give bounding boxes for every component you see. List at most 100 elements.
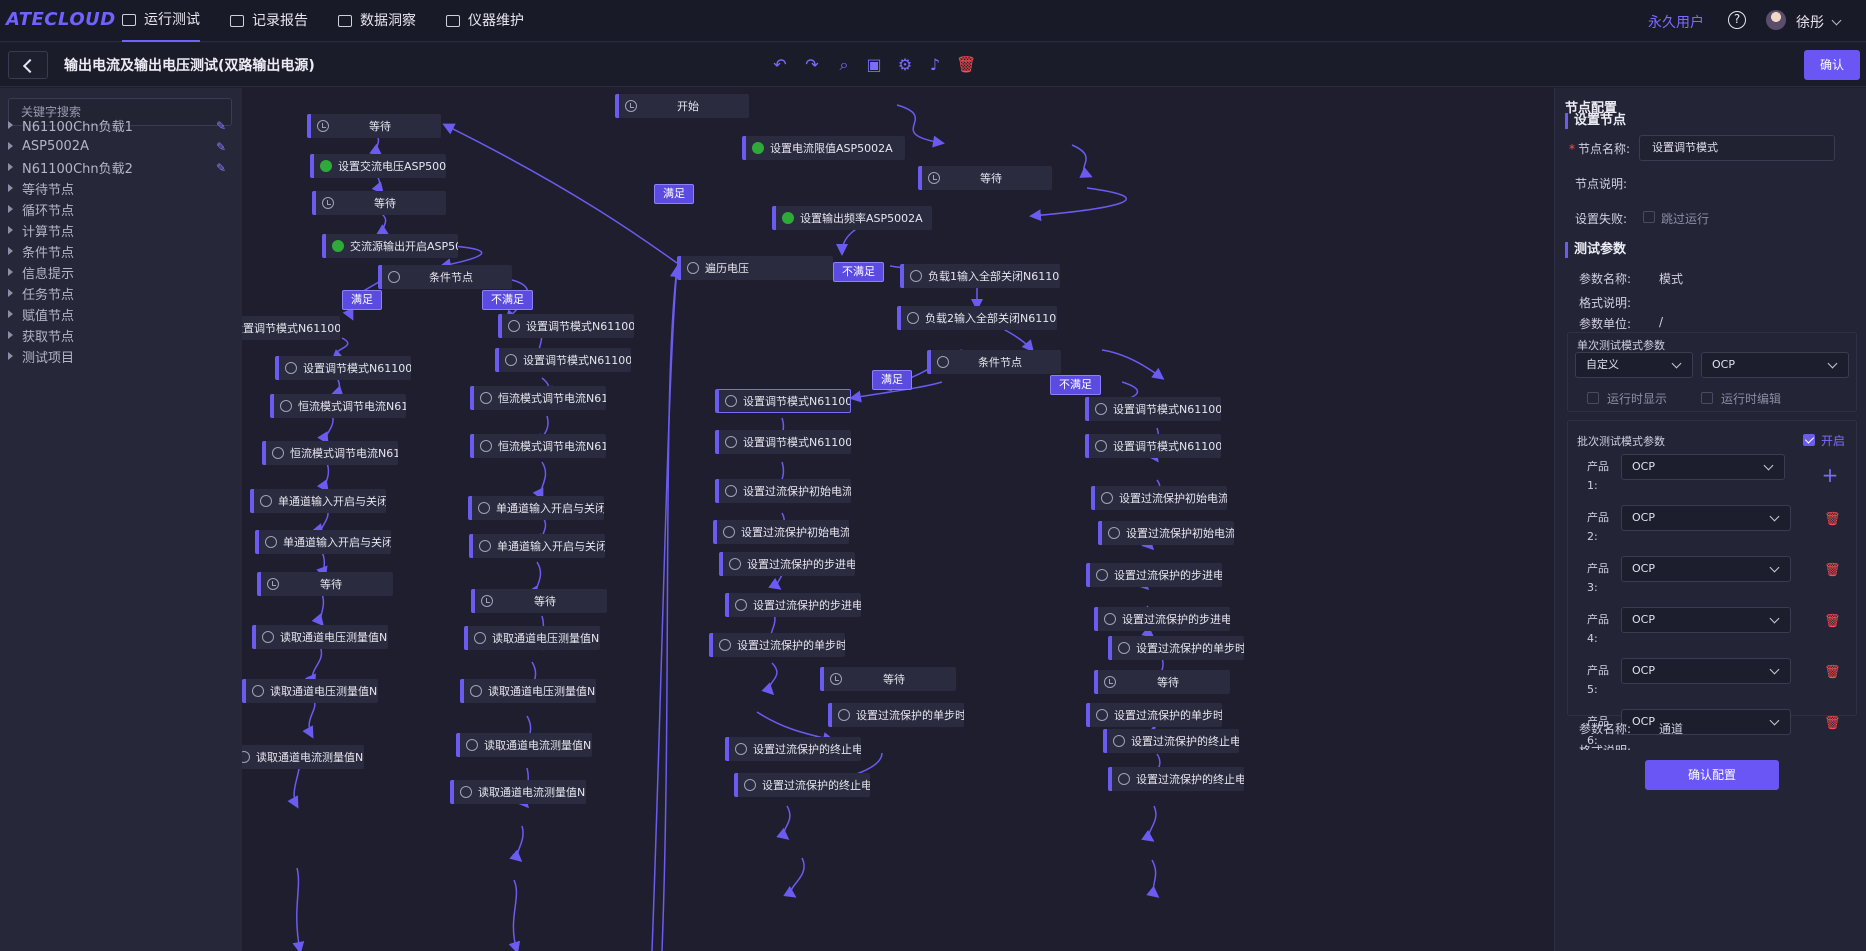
flow-node[interactable]: 设置过流保护的单步时间N61100Chn负载1 [1108, 636, 1244, 660]
flow-node[interactable]: 读取通道电压测量值N61100Chn负载1 [252, 625, 388, 649]
tree-item[interactable]: 条件节点 [8, 241, 74, 261]
flow-node[interactable]: 设置过流保护初始电流N61100Chn负载1 [715, 479, 851, 503]
single-mode-select-1[interactable]: 自定义 [1575, 352, 1693, 378]
tab-run-test[interactable]: 运行测试 [122, 0, 200, 42]
add-product-icon[interactable]: + [1821, 465, 1839, 485]
edit-icon[interactable]: ✎ [216, 119, 228, 133]
delete-product-icon[interactable]: 🗑 [1824, 615, 1841, 629]
avatar[interactable] [1766, 10, 1786, 30]
batch-enable-checkbox[interactable] [1803, 434, 1815, 446]
product-mode-select[interactable]: OCP [1621, 709, 1791, 735]
edit-icon[interactable]: ✎ [216, 140, 228, 154]
undo-icon[interactable]: ↶ [770, 55, 790, 75]
flow-node[interactable]: 单通道输入开启与关闭N61100Chn负载2 [255, 530, 391, 554]
flow-node[interactable]: 恒流模式调节电流N61100Chn负载2 [262, 441, 398, 465]
flow-node[interactable]: 恒流模式调节电流N61100Chn负载2 [470, 434, 606, 458]
flow-node[interactable]: 设置过流保护的单步时间N61100Chn负载2 [828, 703, 964, 727]
skip-run-checkbox[interactable] [1643, 211, 1655, 223]
flow-node[interactable]: 读取通道电压测量值N61100Chn负载2 [242, 679, 378, 703]
product-mode-select[interactable]: OCP [1621, 454, 1785, 480]
wait-node[interactable]: 等待 [1094, 670, 1230, 694]
tree-item[interactable]: 测试项目 [8, 346, 74, 366]
flow-node[interactable]: 负载1输入全部关闭N61100Chn负载1 [900, 264, 1060, 288]
flow-node[interactable]: 设置过流保护的终止电压N61100Chn负载1 [1103, 729, 1239, 753]
wait-node[interactable]: 等待 [312, 191, 446, 215]
node-name-input[interactable]: 设置调节模式 [1639, 135, 1835, 161]
flow-node[interactable]: 单通道输入开启与关闭N61100Chn负载1 [468, 496, 604, 520]
delete-product-icon[interactable]: 🗑 [1824, 666, 1841, 680]
caret-right-icon[interactable] [8, 184, 13, 192]
flow-node[interactable]: 设置过流保护的步进电流N61100Chn负载1 [719, 552, 855, 576]
runtime-show-checkbox[interactable] [1587, 392, 1599, 404]
flow-node[interactable]: 负载2输入全部关闭N61100Chn负载2 [897, 306, 1057, 330]
flow-node[interactable]: 设置调节模式N61100Chn负载2 [1085, 434, 1221, 458]
tree-item[interactable]: 计算节点 [8, 220, 74, 240]
caret-right-icon[interactable] [8, 142, 13, 150]
flow-node[interactable]: 设置过流保护的单步时间N61100Chn负载2 [1086, 703, 1222, 727]
debug-icon[interactable]: ♪ [925, 55, 945, 75]
caret-right-icon[interactable] [8, 352, 13, 360]
caret-right-icon[interactable] [8, 331, 13, 339]
flow-node[interactable]: 设置调节模式N61100Chn负载2 [275, 356, 411, 380]
flow-node[interactable]: 设置过流保护的步进电流N61100Chn负载1 [1086, 563, 1222, 587]
condition-node[interactable]: 条件节点 [927, 350, 1061, 374]
flow-node[interactable]: 读取通道电流测量值N61100Chn负载2 [450, 780, 586, 804]
image-icon[interactable]: ▣ [864, 55, 884, 75]
confirm-config-button[interactable]: 确认配置 [1645, 760, 1779, 790]
tree-item[interactable]: ASP5002A [8, 136, 89, 156]
caret-right-icon[interactable] [8, 247, 13, 255]
delete-icon[interactable]: 🗑 [956, 55, 976, 75]
product-mode-select[interactable]: OCP [1621, 556, 1791, 582]
flow-node[interactable]: 设置调节模式N61100Chn负载1 [715, 389, 851, 413]
user-type-link[interactable]: 永久用户 [1648, 12, 1704, 32]
username[interactable]: 徐彤 [1796, 12, 1824, 32]
product-mode-select[interactable]: OCP [1621, 505, 1791, 531]
flow-node[interactable]: 设置过流保护的步进电流N61100Chn负载2 [725, 593, 861, 617]
wait-node[interactable]: 等待 [471, 589, 607, 613]
confirm-button[interactable]: 确认 [1804, 50, 1860, 80]
condition-node[interactable]: 条件节点 [378, 265, 512, 289]
flow-node[interactable]: 设置过流保护初始电流N61100Chn负载2 [713, 520, 849, 544]
chevron-down-icon[interactable] [1831, 15, 1842, 26]
flow-node[interactable]: 设置调节模式N61100Chn负载2 [715, 430, 851, 454]
flow-node[interactable]: 设置调节模式N61100Chn负载1 [1085, 397, 1221, 421]
delete-product-icon[interactable]: 🗑 [1824, 513, 1841, 527]
product-mode-select[interactable]: OCP [1621, 658, 1791, 684]
flow-node[interactable]: 读取通道电压测量值N61100Chn负载1 [464, 626, 600, 650]
flow-node[interactable]: 单通道输入开启与关闭N61100Chn负载1 [250, 489, 386, 513]
flow-node[interactable]: 设置过流保护的步进电流N61100Chn负载2 [1094, 607, 1230, 631]
flow-node[interactable]: 设置交流电压ASP5002A [310, 154, 446, 178]
tab-records[interactable]: 记录报告 [230, 0, 308, 42]
tree-item[interactable]: 获取节点 [8, 325, 74, 345]
flow-node[interactable]: 设置过流保护初始电流N61100Chn负载2 [1098, 521, 1234, 545]
caret-right-icon[interactable] [8, 226, 13, 234]
flow-node[interactable]: 设置调节模式N61100Chn负载1 [242, 316, 340, 340]
caret-right-icon[interactable] [8, 268, 13, 276]
delete-product-icon[interactable]: 🗑 [1824, 717, 1841, 731]
flow-node[interactable]: 设置过流保护的单步时间N61100Chn负载1 [709, 633, 845, 657]
tree-item[interactable]: N61100Chn负载1 [8, 115, 133, 135]
tab-insight[interactable]: 数据洞察 [338, 0, 416, 42]
wait-node[interactable]: 等待 [257, 572, 393, 596]
back-button[interactable] [8, 51, 48, 79]
single-mode-select-2[interactable]: OCP [1701, 352, 1849, 378]
flow-node[interactable]: 设置过流保护初始电流N61100Chn负载1 [1091, 486, 1227, 510]
flow-node[interactable]: 读取通道电压测量值N61100Chn负载2 [460, 679, 596, 703]
flow-canvas[interactable]: 开始 设置电流限值ASP5002A 等待 设置输出频率ASP5002A 遍历电压 负载1输… [242, 88, 1554, 951]
caret-right-icon[interactable] [8, 310, 13, 318]
caret-right-icon[interactable] [8, 289, 13, 297]
wait-node[interactable]: 等待 [918, 166, 1052, 190]
caret-right-icon[interactable] [8, 121, 13, 129]
runtime-edit-checkbox[interactable] [1701, 392, 1713, 404]
flow-node[interactable]: 恒流模式调节电流N61100Chn负载1 [470, 386, 606, 410]
flow-node[interactable]: 读取通道电流测量值N61100Chn负载1 [242, 745, 364, 769]
flow-node[interactable]: 单通道输入开启与关闭N61100Chn负载2 [469, 534, 605, 558]
tree-item[interactable]: 信息提示 [8, 262, 74, 282]
loop-node[interactable]: 遍历电压 [677, 256, 833, 280]
tree-item[interactable]: 等待节点 [8, 178, 74, 198]
flow-node[interactable]: 设置电流限值ASP5002A [742, 136, 905, 160]
delete-product-icon[interactable]: 🗑 [1824, 564, 1841, 578]
tab-instruments[interactable]: 仪器维护 [446, 0, 524, 42]
edit-icon[interactable]: ✎ [216, 161, 228, 175]
caret-right-icon[interactable] [8, 205, 13, 213]
